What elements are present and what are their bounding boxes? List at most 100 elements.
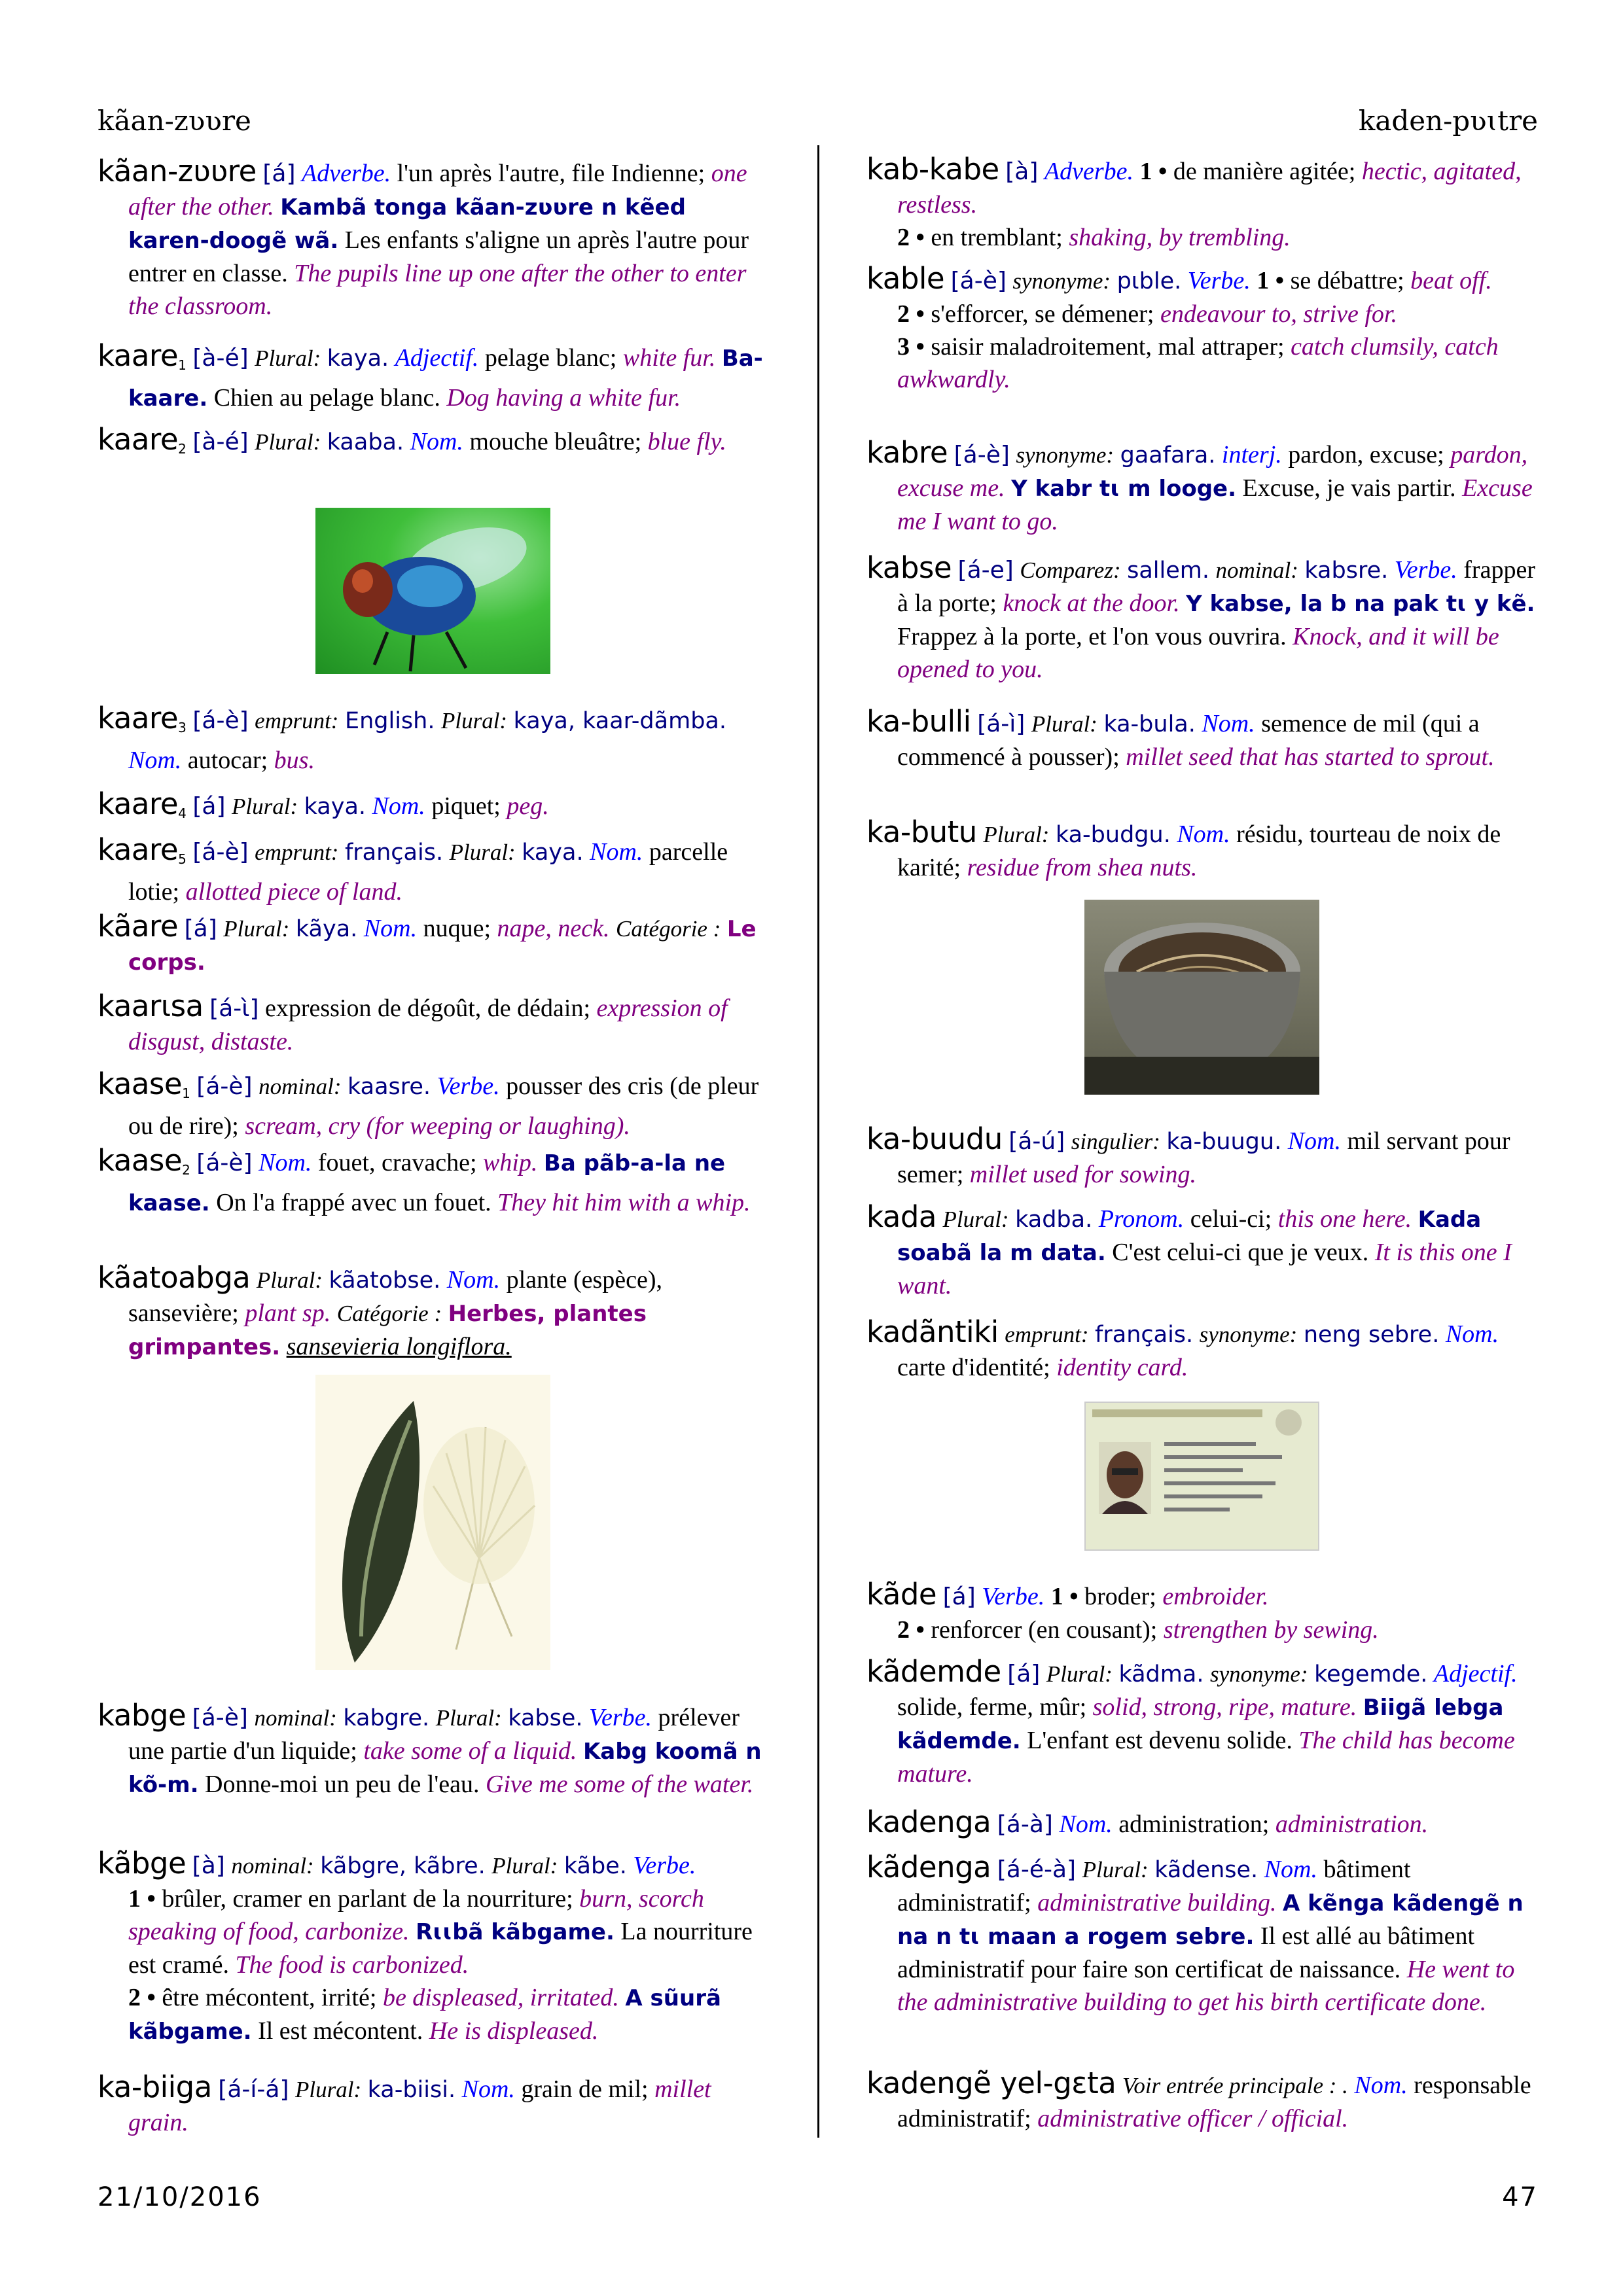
dictionary-entry: kab-kabe [à] Adverbe. 1 • de manière agi…: [866, 153, 1541, 254]
left-column: kãan-zʋʋre [á] Adverbe. l'un après l'aut…: [98, 0, 772, 2296]
field-label: Plural:: [295, 2077, 362, 2102]
headword: kadenga: [866, 1805, 991, 1839]
field-label: synonyme:: [1016, 442, 1115, 468]
field-label: Plural:: [491, 1853, 558, 1879]
headword: kãde: [866, 1577, 937, 1612]
french-definition: solide, ferme, mûr;: [897, 1693, 1087, 1721]
tone-pattern: [á-è]: [196, 1150, 253, 1176]
homonym-number: 3: [178, 720, 187, 735]
homonym-number: 4: [178, 805, 187, 821]
field-label: singulier:: [1071, 1129, 1160, 1154]
french-definition: saisir maladroitement, mal attraper;: [931, 333, 1285, 361]
field-label: Plural:: [435, 1705, 502, 1731]
dictionary-entry: kãdemde [á] Plural: kãdma. synonyme: keg…: [866, 1655, 1541, 1790]
part-of-speech: Nom.: [1264, 1856, 1317, 1883]
english-gloss: knock at the door.: [1003, 590, 1180, 617]
dictionary-entry: ka-buudu [á-ú] singulier: ka-buugu. Nom.…: [866, 1123, 1541, 1191]
sense-line: 2 • s'efforcer, se démener; endeavour to…: [897, 298, 1541, 330]
headword: kaase: [98, 1067, 183, 1101]
english-gloss: administrative officer / official.: [1037, 2105, 1349, 2132]
dictionary-entry: kabse [á-e] Comparez: sallem. nominal: k…: [866, 552, 1541, 686]
dictionary-entry: kaare1 [à-é] Plural: kaya. Adjectif. pel…: [98, 340, 772, 415]
part-of-speech: Nom.: [259, 1149, 312, 1176]
headword: kãbge: [98, 1846, 187, 1881]
tone-pattern: [á-è]: [192, 839, 249, 866]
english-gloss: identity card.: [1056, 1354, 1188, 1381]
vernacular-form: kaya.: [522, 839, 584, 866]
english-gloss: millet seed that has started to sprout.: [1126, 743, 1495, 771]
english-gloss: shaking, by trembling.: [1069, 224, 1291, 251]
field-label: nominal:: [1215, 557, 1298, 583]
tone-pattern: [á-è]: [950, 268, 1007, 294]
homonym-number: 2: [178, 441, 187, 457]
english-gloss: beat off.: [1410, 267, 1492, 294]
vernacular-form: kãbgre, kãbre.: [320, 1853, 486, 1879]
tone-pattern: [á]: [192, 793, 226, 820]
english-gloss: white fur.: [622, 344, 716, 372]
sense-number: 1 •: [1050, 1583, 1079, 1610]
dictionary-entry: kabre [á-è] synonyme: gaafara. interj. p…: [866, 436, 1541, 538]
headword: kaase: [98, 1143, 183, 1178]
dictionary-entry: kãdenga [á-é-à] Plural: kãdense. Nom. bâ…: [866, 1851, 1541, 2019]
headword: kabre: [866, 435, 948, 470]
sense-number: 2 •: [897, 1616, 925, 1644]
french-definition: nuque;: [423, 915, 491, 942]
tone-pattern: [à-é]: [192, 345, 249, 372]
example-translation-en: They hit him with a whip.: [497, 1189, 751, 1216]
vernacular-form: kabse.: [508, 1705, 583, 1731]
example-translation-fr: Chien au pelage blanc.: [213, 384, 440, 412]
french-definition: s'efforcer, se démener;: [931, 300, 1154, 328]
example-translation-en: Dog having a white fur.: [446, 384, 681, 412]
sense-number: 3 •: [897, 333, 925, 361]
english-gloss: whip.: [483, 1149, 538, 1176]
dictionary-entry: kãbge [à] nominal: kãbgre, kãbre. Plural…: [98, 1847, 772, 2048]
field-label: Plural:: [232, 794, 298, 819]
part-of-speech: Nom.: [128, 747, 182, 774]
tone-pattern: [á-ú]: [1008, 1128, 1065, 1155]
vernacular-form: English.: [344, 708, 435, 734]
dictionary-entry: kabge [á-è] nominal: kabgre. Plural: kab…: [98, 1699, 772, 1801]
field-label: Plural:: [983, 822, 1050, 847]
french-definition: pardon, excuse;: [1288, 441, 1444, 468]
tone-pattern: [à-é]: [192, 429, 249, 455]
sense-line: 2 • être mécontent, irrité; be displease…: [128, 1981, 772, 2048]
headword: kable: [866, 261, 945, 296]
example-sentence: Y kabse, la b na pak tɩ y kẽ.: [1186, 591, 1535, 617]
vernacular-form: ka-biisi.: [367, 2077, 456, 2103]
part-of-speech: Nom.: [461, 2075, 515, 2103]
field-label: Plural:: [440, 708, 508, 733]
example-translation-fr: L'enfant est devenu solide.: [1027, 1727, 1293, 1754]
vernacular-form: kãatobse.: [329, 1267, 441, 1294]
footer-date: 21/10/2016: [98, 2182, 262, 2212]
english-gloss: solid, strong, ripe, mature.: [1092, 1693, 1357, 1721]
french-definition: être mécontent, irrité;: [162, 1984, 377, 2011]
vernacular-form: neng sebre.: [1303, 1322, 1440, 1348]
vernacular-form: pɩble.: [1116, 268, 1182, 294]
vernacular-form: kãdma.: [1118, 1661, 1204, 1687]
headword: kãatoabga: [98, 1260, 251, 1295]
dictionary-entry: kaase2 [á-è] Nom. fouet, cravache; whip.…: [98, 1144, 772, 1220]
english-gloss: this one here.: [1277, 1205, 1412, 1233]
french-definition: se débattre;: [1290, 267, 1404, 294]
english-gloss: millet used for sowing.: [969, 1161, 1197, 1188]
headword: ka-butu: [866, 815, 977, 849]
identity-card-image: [1084, 1402, 1319, 1551]
shea-residue-pot-image: [1084, 900, 1319, 1095]
sense-number: 1 •: [128, 1885, 156, 1913]
english-gloss: plant sp.: [245, 1299, 331, 1327]
headword: kabge: [98, 1698, 187, 1733]
english-gloss: scream, cry (for weeping or laughing).: [245, 1112, 630, 1140]
tone-pattern: [à]: [1005, 158, 1039, 185]
sense-number: 1 •: [1257, 267, 1285, 294]
tone-pattern: [á-è]: [192, 1704, 248, 1731]
dictionary-entry: kaase1 [á-è] nominal: kaasre. Verbe. pou…: [98, 1068, 772, 1142]
vernacular-form: ka-bula.: [1103, 711, 1196, 737]
dictionary-entry: kaare3 [á-è] emprunt: English. Plural: k…: [98, 702, 772, 777]
example-translation-fr: Excuse, je vais partir.: [1242, 474, 1456, 502]
english-gloss: embroider.: [1162, 1583, 1269, 1610]
field-label: nominal:: [254, 1705, 337, 1731]
tone-pattern: [á-è]: [192, 707, 249, 734]
english-gloss: peg.: [507, 792, 549, 820]
example-translation-fr: Il est mécontent.: [258, 2017, 423, 2045]
field-label: emprunt:: [255, 708, 339, 733]
